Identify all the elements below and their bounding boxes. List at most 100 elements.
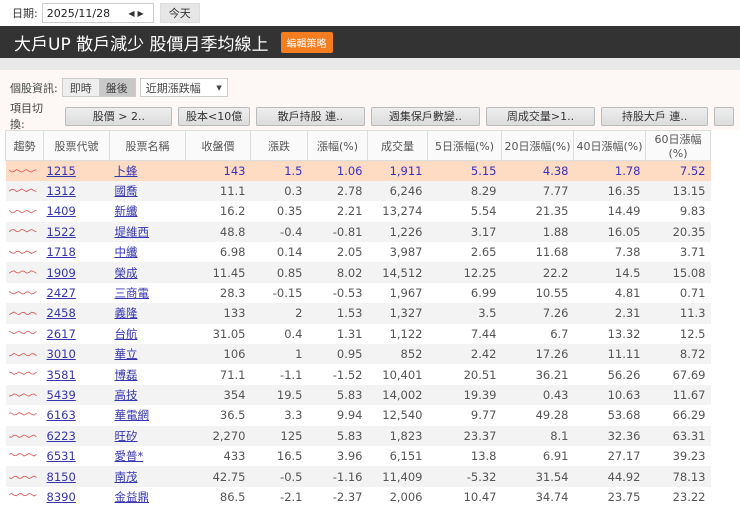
stock-code-link[interactable]: 1215 (47, 164, 76, 178)
table-row[interactable]: 1312國喬11.10.32.786,2468.297.7716.3513.15 (6, 181, 740, 201)
stock-code-link[interactable]: 1522 (47, 225, 76, 239)
row-spacer (711, 344, 740, 364)
stock-code-link[interactable]: 2458 (47, 306, 76, 320)
column-header[interactable]: 60日漲幅(%) (646, 131, 711, 161)
stock-code-link[interactable]: 3581 (47, 368, 76, 382)
stock-code-link[interactable]: 2427 (47, 286, 76, 300)
column-header[interactable]: 趨勢 (6, 131, 44, 161)
column-header[interactable]: 漲跌 (251, 131, 308, 161)
edit-strategy-button[interactable]: 編輯策略 (281, 32, 333, 53)
cell: 16.05 (574, 222, 646, 242)
cell: 1 (251, 344, 308, 364)
stock-code-link[interactable]: 1718 (47, 245, 76, 259)
column-header[interactable]: 收盤價 (186, 131, 251, 161)
column-header[interactable]: 股票名稱 (110, 131, 186, 161)
stock-name-link[interactable]: 榮成 (115, 266, 138, 280)
stock-code-link[interactable]: 6163 (47, 408, 76, 422)
stock-code-link[interactable]: 8150 (47, 470, 76, 484)
stock-code-link[interactable]: 2617 (47, 327, 76, 341)
cell: -0.5 (251, 466, 308, 486)
row-spacer (711, 385, 740, 405)
table-row[interactable]: 2427三商電28.3-0.15-0.531,9676.9910.554.810… (6, 283, 740, 303)
info-select[interactable]: 近期漲跌幅▼ (140, 78, 228, 97)
stock-code-link[interactable]: 6223 (47, 429, 76, 443)
column-header[interactable]: 20日漲幅(%) (502, 131, 574, 161)
cell: 6.98 (186, 242, 251, 262)
table-row[interactable]: 2617台航31.050.41.311,1227.446.713.3212.5 (6, 324, 740, 344)
stock-name-link[interactable]: 三商電 (115, 286, 150, 300)
stock-code-link[interactable]: 1909 (47, 266, 76, 280)
stock-name-link[interactable]: 卜蜂 (115, 164, 138, 178)
switch-button[interactable]: 股本<10億 (178, 107, 249, 126)
stock-name-link[interactable]: 華立 (115, 347, 138, 361)
stock-name-link[interactable]: 台航 (115, 327, 138, 341)
stock-name-link[interactable]: 高技 (115, 388, 138, 402)
table-row[interactable]: 1718中纖6.980.142.053,9872.6511.687.383.71 (6, 242, 740, 262)
prev-next-arrows-icon[interactable]: ◀▶ (128, 9, 152, 18)
cell: 旺矽 (110, 426, 186, 446)
cell: 5.15 (428, 161, 502, 181)
cell: 1,911 (368, 161, 428, 181)
stock-name-link[interactable]: 國喬 (115, 184, 138, 198)
stock-name-link[interactable]: 義隆 (115, 306, 138, 320)
switch-button[interactable]: 週集保戶數變.. (371, 107, 480, 126)
table-row[interactable]: 3581博磊71.1-1.1-1.5210,40120.5136.2156.26… (6, 364, 740, 384)
switch-button-overflow[interactable] (714, 107, 734, 126)
stock-code-link[interactable]: 1409 (47, 204, 76, 218)
today-button[interactable]: 今天 (160, 3, 200, 23)
column-header[interactable]: 股票代號 (44, 131, 110, 161)
cell: 71.1 (186, 364, 251, 384)
cell: -1.1 (251, 364, 308, 384)
cell: 5439 (44, 385, 110, 405)
strategy-title-bar: 大戶UP 散戶減少 股價月季均線上 編輯策略 (0, 26, 740, 58)
table-row[interactable]: 5439高技35419.55.8314,00219.390.4310.6311.… (6, 385, 740, 405)
table-row[interactable]: 8150南茂42.75-0.5-1.1611,409-5.3231.5444.9… (6, 466, 740, 486)
cell: 0.85 (251, 262, 308, 282)
cell: -0.53 (308, 283, 368, 303)
column-header[interactable]: 成交量 (368, 131, 428, 161)
cell: 1215 (44, 161, 110, 181)
stock-name-link[interactable]: 博磊 (115, 368, 138, 382)
switch-button[interactable]: 股價 > 2.. (65, 107, 172, 126)
cell: 3.71 (646, 242, 711, 262)
table-row[interactable]: 2458義隆13321.531,3273.57.262.3111.3 (6, 303, 740, 323)
stock-code-link[interactable]: 3010 (47, 347, 76, 361)
switch-button[interactable]: 散戶持股 連.. (256, 107, 365, 126)
column-header[interactable]: 5日漲幅(%) (428, 131, 502, 161)
row-spacer (711, 324, 740, 344)
cell: 6.99 (428, 283, 502, 303)
table-row[interactable]: 3010華立10610.958522.4217.2611.118.72 (6, 344, 740, 364)
date-input[interactable]: 2025/11/28◀▶ (42, 3, 154, 23)
table-row[interactable]: 1215卜蜂1431.51.061,9115.154.381.787.52 (6, 161, 740, 181)
table-row[interactable]: 6531愛普*43316.53.966,15113.86.9127.1739.2… (6, 446, 740, 466)
stock-name-link[interactable]: 南茂 (115, 470, 138, 484)
table-row[interactable]: 6223旺矽2,2701255.831,82323.378.132.3663.3… (6, 426, 740, 446)
realtime-button[interactable]: 即時 (63, 79, 99, 96)
table-row[interactable]: 1909榮成11.450.858.0214,51212.2522.214.515… (6, 262, 740, 282)
table-row[interactable]: 6163華電網36.53.39.9412,5409.7749.2853.6866… (6, 405, 740, 425)
stock-code-link[interactable]: 8390 (47, 490, 76, 504)
cell: 20.35 (646, 222, 711, 242)
stock-code-link[interactable]: 5439 (47, 388, 76, 402)
cell: 華電網 (110, 405, 186, 425)
stock-name-link[interactable]: 新纖 (115, 204, 138, 218)
stock-code-link[interactable]: 1312 (47, 184, 76, 198)
column-header[interactable]: 漲幅(%) (308, 131, 368, 161)
stock-code-link[interactable]: 6531 (47, 449, 76, 463)
switch-button[interactable]: 持股大戶 連.. (601, 107, 708, 126)
table-row[interactable]: 1409新纖16.20.352.2113,2745.5421.3514.499.… (6, 201, 740, 221)
table-row[interactable]: 8390金益鼎86.5-2.1-2.372,00610.4734.7423.75… (6, 487, 740, 507)
stock-name-link[interactable]: 堤維西 (115, 225, 150, 239)
stock-name-link[interactable]: 中纖 (115, 245, 138, 259)
after-hours-button[interactable]: 盤後 (99, 79, 135, 96)
stock-name-link[interactable]: 旺矽 (115, 429, 138, 443)
stock-name-link[interactable]: 華電網 (115, 408, 150, 422)
cell: 堤維西 (110, 222, 186, 242)
table-row[interactable]: 1522堤維西48.8-0.4-0.811,2263.171.8816.0520… (6, 222, 740, 242)
row-spacer (711, 201, 740, 221)
stock-name-link[interactable]: 金益鼎 (115, 490, 150, 504)
switch-button[interactable]: 周成交量>1.. (486, 107, 595, 126)
stock-name-link[interactable]: 愛普* (115, 449, 144, 463)
column-header[interactable]: 40日漲幅(%) (574, 131, 646, 161)
sparkline-icon (6, 201, 44, 221)
